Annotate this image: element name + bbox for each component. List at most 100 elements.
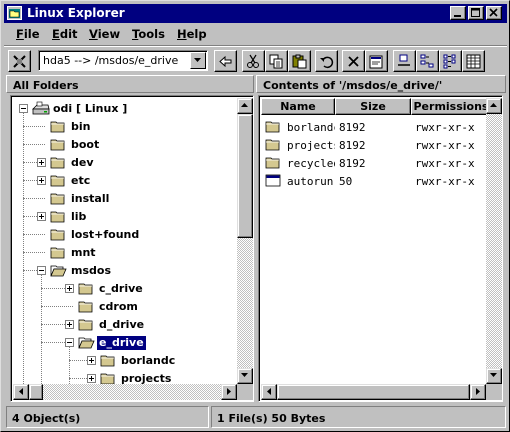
- list-item[interactable]: autorun.in 50 rwxr-xr-x: [261, 172, 487, 190]
- open-folder-icon: [78, 335, 95, 353]
- title-bar[interactable]: Linux Explorer: [4, 4, 507, 23]
- tree-node[interactable]: odi [ Linux ]: [13, 100, 239, 118]
- list-item-permissions: rwxr-xr-x: [415, 139, 475, 152]
- chevron-right-icon: [227, 388, 231, 395]
- chevron-up-icon: [241, 103, 248, 107]
- drive-icon: [32, 101, 50, 119]
- list-item[interactable]: borlandc 8192 rwxr-xr-x: [261, 118, 487, 136]
- tree-scroll-thumb[interactable]: [237, 114, 253, 238]
- list-scroll-down-button[interactable]: [486, 368, 502, 384]
- chevron-right-icon: [476, 388, 480, 395]
- tree-hscroll-thumb[interactable]: [29, 384, 43, 400]
- tree-node[interactable]: projects: [13, 370, 239, 384]
- column-header-name[interactable]: Name: [261, 98, 335, 115]
- details-view-button[interactable]: [462, 50, 485, 72]
- close-button[interactable]: [486, 6, 502, 20]
- folder-icon: [100, 371, 117, 384]
- tree-node[interactable]: boot: [13, 136, 239, 154]
- small-icons-icon: [420, 54, 434, 68]
- copy-button[interactable]: [265, 50, 288, 72]
- list-item-permissions: rwxr-xr-x: [415, 175, 475, 188]
- up-folder-button[interactable]: [214, 50, 237, 72]
- path-combo-dropdown[interactable]: [190, 52, 206, 69]
- menu-edit[interactable]: Edit: [52, 27, 78, 41]
- menu-view[interactable]: View: [89, 27, 120, 41]
- expand-icon[interactable]: [65, 284, 74, 293]
- properties-button[interactable]: [365, 50, 388, 72]
- list-scroll-left-button[interactable]: [261, 384, 277, 400]
- chevron-left-icon: [267, 388, 271, 395]
- disconnect-button[interactable]: [8, 50, 31, 72]
- folder-tree[interactable]: odi [ Linux ] bin boot dev etc install lib lost…: [10, 95, 254, 402]
- status-object-count: 4 Object(s): [6, 406, 209, 428]
- expand-icon[interactable]: [37, 158, 46, 167]
- tree-scroll-down-button[interactable]: [237, 368, 253, 384]
- expand-icon[interactable]: [37, 176, 46, 185]
- folder-icon: [50, 209, 67, 227]
- tree-node[interactable]: lib: [13, 208, 239, 226]
- column-header-size[interactable]: Size: [335, 98, 411, 115]
- list-item[interactable]: recycled 8192 rwxr-xr-x: [261, 154, 487, 172]
- disconnect-icon: [13, 55, 26, 68]
- tree-scroll-right-button[interactable]: [221, 384, 237, 400]
- tree-node[interactable]: msdos: [13, 262, 239, 280]
- menu-tools[interactable]: Tools: [132, 27, 165, 41]
- tree-node-label: boot: [71, 138, 100, 151]
- minimize-button[interactable]: [450, 6, 466, 20]
- column-header-permissions[interactable]: Permissions: [411, 98, 491, 115]
- delete-button[interactable]: [342, 50, 365, 72]
- tree-node[interactable]: borlandc: [13, 352, 239, 370]
- tree-node-label: odi [ Linux ]: [53, 102, 128, 115]
- folder-icon: [50, 173, 67, 191]
- folder-icon: [50, 245, 67, 263]
- menu-help[interactable]: Help: [177, 27, 207, 41]
- file-window-icon: [265, 173, 282, 191]
- expand-icon[interactable]: [65, 320, 74, 329]
- list-hscroll-thumb[interactable]: [277, 384, 470, 400]
- list-scroll-right-button[interactable]: [470, 384, 486, 400]
- expand-icon[interactable]: [87, 374, 96, 383]
- tree-node[interactable]: bin: [13, 118, 239, 136]
- tree-node[interactable]: install: [13, 190, 239, 208]
- menu-file[interactable]: File: [16, 27, 40, 41]
- expand-icon[interactable]: [87, 356, 96, 365]
- tree-node[interactable]: cdrom: [13, 298, 239, 316]
- undo-icon: [320, 56, 334, 69]
- list-item-size: 50: [339, 175, 353, 188]
- path-combo[interactable]: hda5 --> /msdos/e_drive: [38, 50, 208, 71]
- tree-node[interactable]: dev: [13, 154, 239, 172]
- tree-node[interactable]: e_drive: [13, 334, 239, 352]
- folder-icon: [50, 137, 67, 155]
- tree-horizontal-scrollbar[interactable]: [13, 384, 237, 400]
- list-view-button[interactable]: [439, 50, 462, 72]
- list-scroll-up-button[interactable]: [486, 98, 502, 114]
- tree-node[interactable]: d_drive: [13, 316, 239, 334]
- tree-scroll-up-button[interactable]: [237, 98, 253, 114]
- small-icons-button[interactable]: [416, 50, 439, 72]
- tree-node[interactable]: mnt: [13, 244, 239, 262]
- expand-icon[interactable]: [37, 212, 46, 221]
- collapse-icon[interactable]: [37, 266, 46, 275]
- collapse-icon[interactable]: [65, 338, 74, 347]
- file-list[interactable]: Name Size Permissions borlandc 8192 rwxr-x…: [258, 95, 503, 402]
- open-folder-icon: [50, 263, 67, 281]
- large-icons-button[interactable]: [393, 50, 416, 72]
- list-vertical-scrollbar[interactable]: [486, 98, 502, 384]
- paste-button[interactable]: [288, 50, 311, 72]
- properties-icon: [369, 55, 383, 69]
- list-view-icon: [443, 54, 456, 69]
- list-horizontal-scrollbar[interactable]: [261, 384, 486, 400]
- tree-node[interactable]: etc: [13, 172, 239, 190]
- tree-vertical-scrollbar[interactable]: [237, 98, 253, 384]
- tree-node-label: projects: [121, 372, 172, 384]
- list-item[interactable]: projects 8192 rwxr-xr-x: [261, 136, 487, 154]
- maximize-button[interactable]: [468, 6, 484, 20]
- collapse-icon[interactable]: [19, 104, 28, 113]
- app-icon: [7, 6, 22, 20]
- list-item-name: recycled: [287, 157, 335, 170]
- tree-node[interactable]: c_drive: [13, 280, 239, 298]
- tree-node[interactable]: lost+found: [13, 226, 239, 244]
- tree-scroll-left-button[interactable]: [13, 384, 29, 400]
- cut-button[interactable]: [242, 50, 265, 72]
- undo-button[interactable]: [315, 50, 338, 72]
